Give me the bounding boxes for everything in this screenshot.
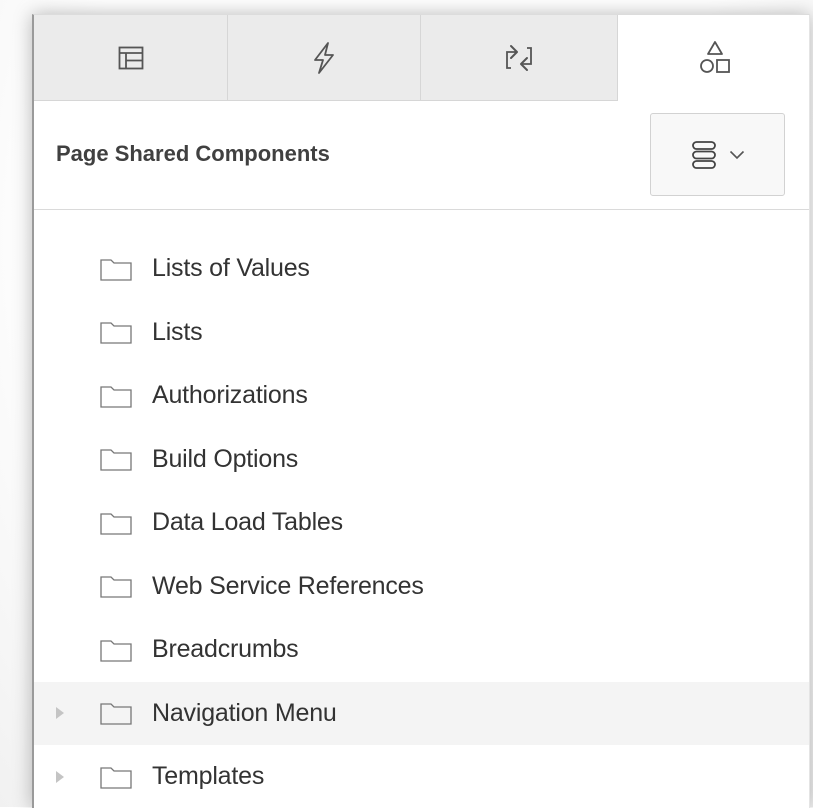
tree-item-templates[interactable]: Templates [34,745,809,808]
tree-layout-icon [118,46,143,69]
tab-rendering[interactable] [34,15,228,101]
shared-components-tree: Lists of Values Lists Authorizations Bui… [34,237,809,808]
tree-item-label: Data Load Tables [152,508,343,537]
tab-bar [34,15,809,101]
stacked-list-icon [691,140,716,169]
tree-item-label: Lists [152,317,203,346]
tree-item-label: Breadcrumbs [152,635,299,664]
expand-toggle-icon[interactable] [56,770,64,783]
lightning-icon [314,41,334,74]
view-menu-button[interactable] [650,113,785,196]
tree-item-data-load-tables[interactable]: Data Load Tables [34,491,809,555]
shapes-icon [700,40,730,73]
expand-toggle-icon[interactable] [56,707,64,720]
tree-item-navigation-menu[interactable]: Navigation Menu [34,681,809,745]
tree-item-lists[interactable]: Lists [34,301,809,365]
folder-icon [100,513,132,535]
folder-icon [100,640,132,662]
tab-dynamic-actions[interactable] [228,15,421,101]
tree-item-lists-of-values[interactable]: Lists of Values [34,237,809,301]
page-title: Page Shared Components [56,141,330,166]
folder-icon [100,703,132,725]
tree-item-label: Authorizations [152,381,308,410]
tree-item-label: Web Service References [152,571,424,600]
tree-item-label: Navigation Menu [152,698,337,727]
exchange-icon [506,44,532,71]
tree-item-web-service-references[interactable]: Web Service References [34,555,809,619]
tab-shared-components[interactable] [618,15,809,100]
tree-item-label: Build Options [152,444,299,473]
folder-icon [100,386,132,408]
tree-item-breadcrumbs[interactable]: Breadcrumbs [34,618,809,682]
folder-icon [100,576,132,598]
folder-icon [100,767,132,789]
tree-item-label: Lists of Values [152,254,310,283]
tree-item-authorizations[interactable]: Authorizations [34,364,809,428]
folder-icon [100,322,132,344]
tree-item-build-options[interactable]: Build Options [34,428,809,492]
tab-processing[interactable] [421,15,618,101]
panel-header: Page Shared Components [34,101,809,210]
chevron-down-icon [729,150,744,159]
folder-icon [100,259,132,281]
tree-item-label: Templates [152,762,265,791]
folder-icon [100,449,132,471]
shared-components-panel: Page Shared Components Lists of Values L… [32,14,810,808]
